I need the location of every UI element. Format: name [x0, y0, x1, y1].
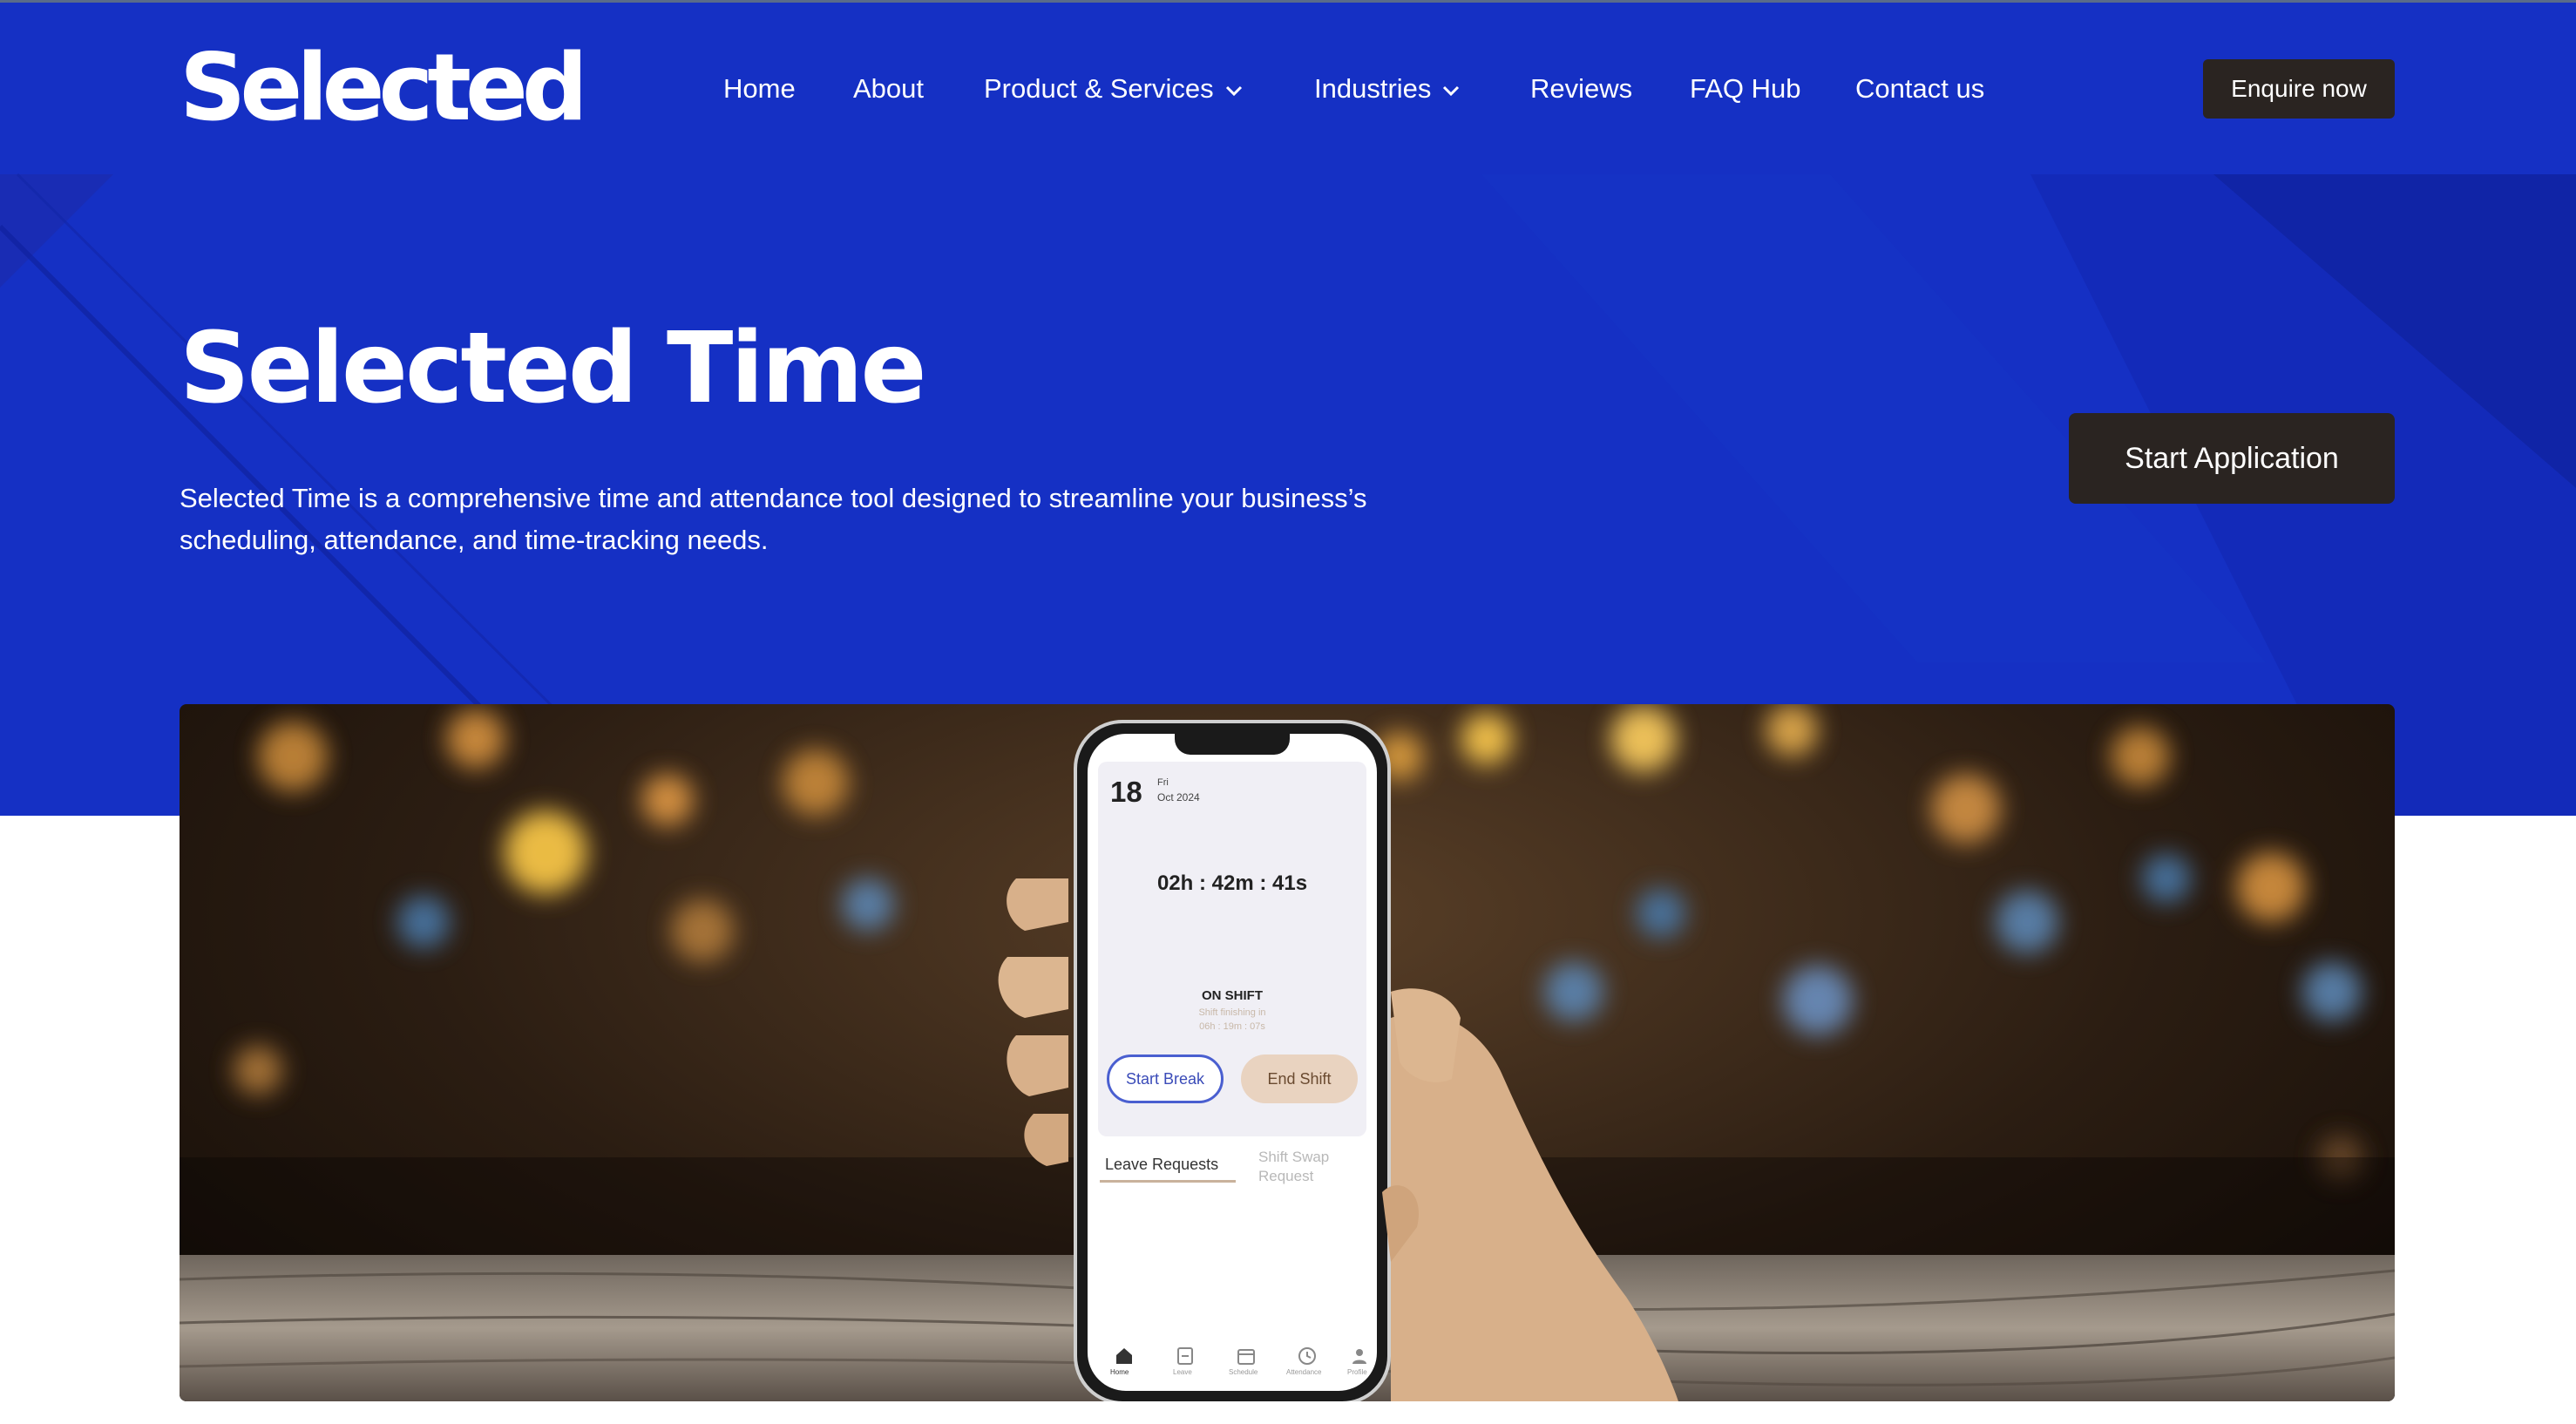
- hero-description: Selected Time is a comprehensive time an…: [180, 483, 1367, 555]
- nav-about[interactable]: About: [853, 70, 924, 108]
- nav-industries[interactable]: Industries: [1314, 70, 1461, 108]
- start-application-button[interactable]: Start Application: [2069, 413, 2395, 504]
- hand-thumb: [1382, 1185, 1419, 1262]
- nav-reviews[interactable]: Reviews: [1530, 70, 1632, 108]
- enquire-button[interactable]: Enquire now: [2203, 59, 2395, 119]
- nav-products[interactable]: Product & Services: [984, 70, 1244, 108]
- chevron-down-icon: [1443, 85, 1460, 96]
- hero-image: 18 Fri Oct 2024 02h : 42m : 41s ON SHIFT…: [180, 704, 2395, 1401]
- nav-contact[interactable]: Contact us: [1855, 70, 1984, 108]
- nav-faq[interactable]: FAQ Hub: [1690, 70, 1801, 108]
- site-header: Selected Home About Product & Services I…: [0, 0, 2576, 176]
- nav-home[interactable]: Home: [723, 70, 796, 108]
- chevron-down-icon: [1225, 85, 1242, 96]
- nav-industries-label: Industries: [1314, 73, 1432, 104]
- page-title: Selected Time: [180, 312, 926, 425]
- brand-logo[interactable]: Selected: [180, 40, 588, 136]
- nav-products-label: Product & Services: [984, 73, 1214, 104]
